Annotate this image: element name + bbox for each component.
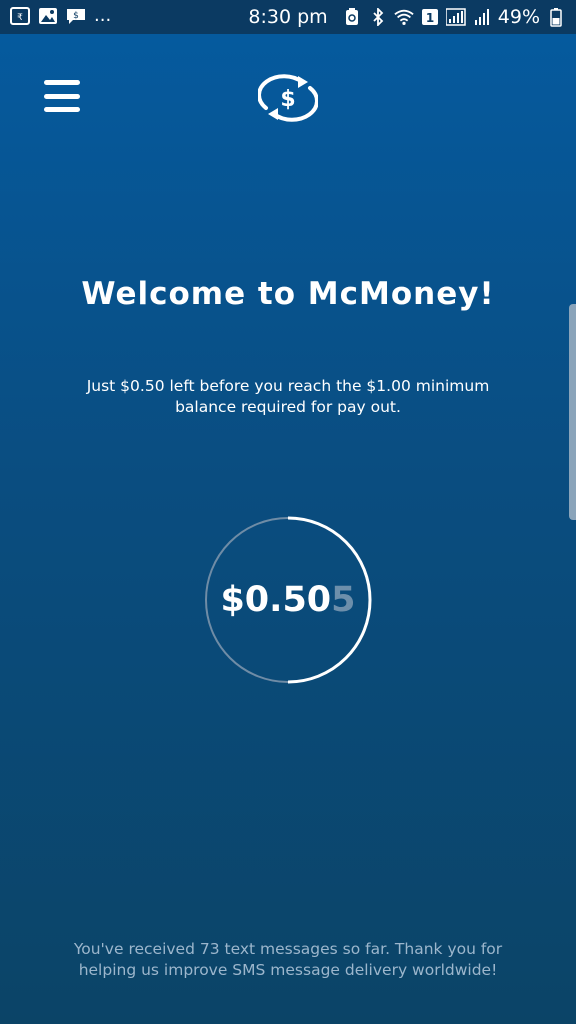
menu-line	[44, 80, 80, 85]
menu-line	[44, 93, 80, 99]
sim-1-icon: 1	[420, 7, 440, 27]
svg-text:$: $	[280, 87, 295, 112]
hamburger-menu-icon[interactable]	[44, 80, 80, 112]
bluetooth-icon	[368, 7, 388, 27]
svg-text:1: 1	[426, 11, 434, 25]
dollar-exchange-icon: $	[258, 74, 318, 122]
signal-bars-icon	[445, 7, 466, 27]
page-title: Welcome to McMoney!	[81, 276, 495, 312]
status-bar: ₹ $ ... 8:30 pm 1 49%	[0, 0, 576, 34]
payout-message: Just $0.50 left before you reach the $1.…	[86, 377, 490, 416]
battery-percent: 49%	[497, 6, 540, 28]
messages-thanks-text: You've received 73 text messages so far.…	[73, 940, 503, 979]
balance-main-text: $0.50	[220, 580, 332, 620]
app-screen: $ Welcome to McMoney! Just $0.50 left be…	[0, 34, 576, 1024]
battery-icon	[546, 7, 566, 27]
scroll-indicator[interactable]	[569, 304, 576, 520]
status-right-icons: 1 49%	[342, 6, 566, 28]
balance-trailing-digit: 5	[331, 580, 356, 620]
balance-amount: $0.50 5	[203, 515, 373, 685]
recycle-battery-icon	[342, 7, 362, 27]
menu-line	[44, 107, 80, 112]
signal-bars-icon	[472, 7, 492, 27]
wifi-icon	[394, 7, 414, 27]
